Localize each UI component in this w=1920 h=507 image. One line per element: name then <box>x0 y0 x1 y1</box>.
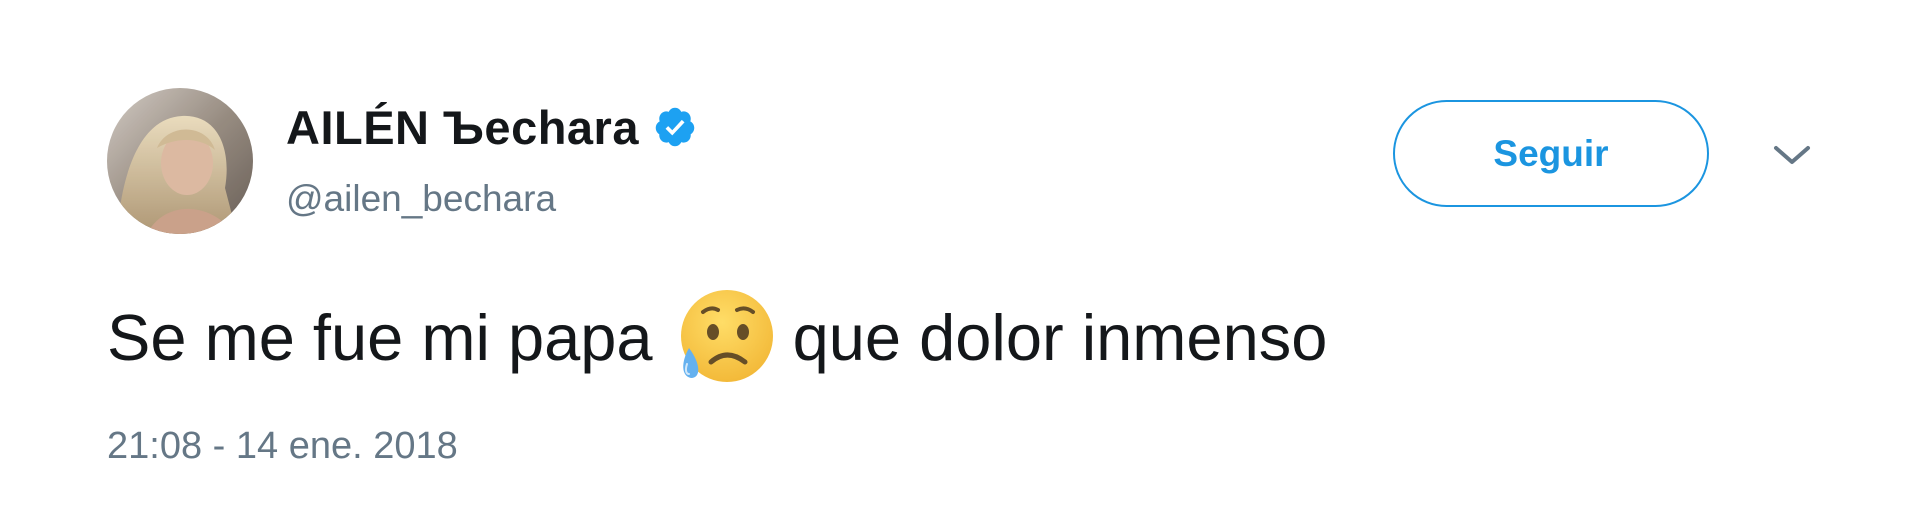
avatar-image <box>107 88 253 234</box>
tweet-text: Se me fue mi papa que dolor inmenso <box>107 286 1327 390</box>
follow-button[interactable]: Seguir <box>1393 100 1709 207</box>
tweet-timestamp[interactable]: 21:08 - 14 ene. 2018 <box>107 425 458 468</box>
tweet-text-part-2: que dolor inmenso <box>792 301 1328 374</box>
chevron-down-icon[interactable] <box>1770 140 1814 170</box>
verified-badge-icon <box>653 105 697 149</box>
tweet-card: AILÉN Ъechara @ailen_bechara Seguir Se m… <box>0 0 1920 507</box>
tweet-text-part-1: Se me fue mi papa <box>107 301 653 374</box>
author-row: AILÉN Ъechara <box>286 97 697 157</box>
author-handle[interactable]: @ailen_bechara <box>286 178 556 220</box>
author-display-name[interactable]: AILÉN Ъechara <box>286 100 639 155</box>
avatar[interactable] <box>107 88 253 234</box>
disappointed-but-relieved-face-icon <box>673 286 777 390</box>
